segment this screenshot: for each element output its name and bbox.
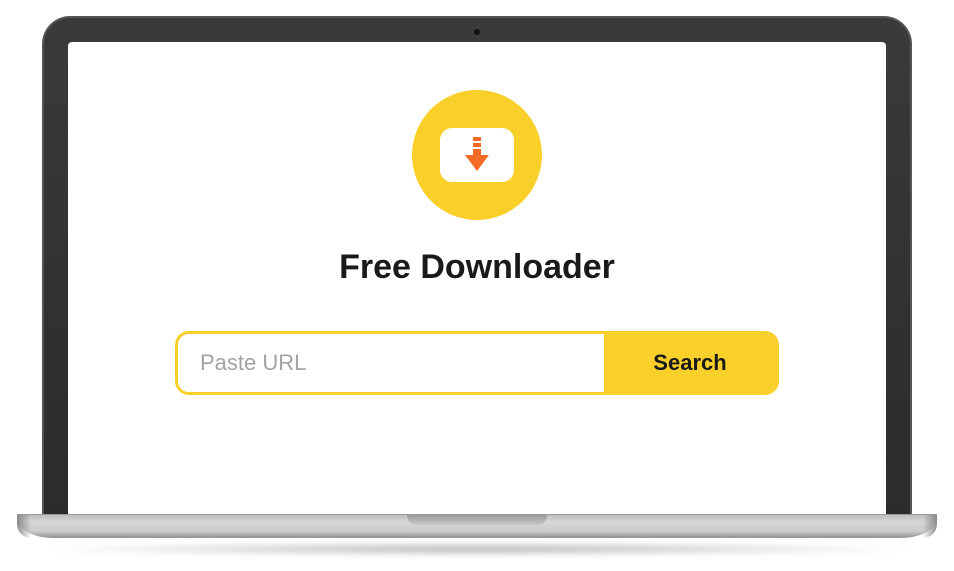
laptop-base — [17, 514, 937, 538]
url-input[interactable] — [178, 334, 604, 392]
search-bar: Search — [175, 331, 779, 395]
download-arrow-icon — [463, 137, 491, 173]
video-badge — [440, 128, 514, 182]
trackpad-notch — [407, 515, 547, 525]
app-logo-circle — [412, 90, 542, 220]
laptop-mockup: Free Downloader Search — [42, 16, 912, 556]
laptop-shadow — [32, 542, 922, 556]
search-button[interactable]: Search — [604, 334, 776, 392]
screen-content: Free Downloader Search — [68, 42, 886, 514]
laptop-frame: Free Downloader Search — [42, 16, 912, 514]
page-title: Free Downloader — [339, 248, 615, 287]
webcam-icon — [474, 29, 480, 35]
